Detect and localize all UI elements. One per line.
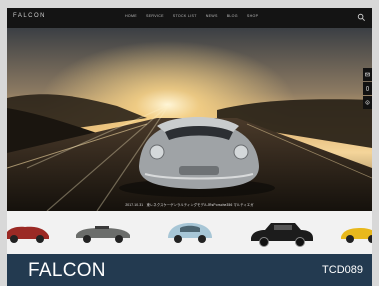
side-tab-group [363,68,372,109]
top-navigation-bar: FALCON HOME SERVICE STOCK LIST NEWS BLOG… [7,8,372,28]
phone-icon [366,86,369,91]
side-tab-phone[interactable] [363,82,372,95]
stock-thumbnail-strip [7,211,372,254]
footer-code: TCD089 [322,264,363,276]
hero-photo-porsche-sunset [7,28,372,211]
side-tab-mail[interactable] [363,68,372,81]
menu-item-stock-list[interactable]: STOCK LIST [173,14,197,18]
menu-item-home[interactable]: HOME [125,14,137,18]
menu-item-news[interactable]: NEWS [206,14,218,18]
thumbnail-yellow-sports-car[interactable] [339,220,372,246]
menu-item-shop[interactable]: SHOP [247,14,258,18]
menu-item-blog[interactable]: BLOG [227,14,238,18]
info-icon [365,100,370,105]
search-icon[interactable] [357,13,366,22]
side-tab-info[interactable] [363,96,372,109]
menu-item-service[interactable]: SERVICE [146,14,164,18]
hero-caption: 2017.10.31 東レネクスケーゲンラルティングモデルJRsPorsche3… [125,203,254,207]
footer-banner: FALCON TCD089 [7,254,372,286]
thumbnail-light-blue-beetle[interactable] [164,220,216,246]
hero-image: 2017.10.31 東レネクスケーゲンラルティングモデルJRsPorsche3… [7,28,372,211]
thumbnail-red-classic-car[interactable] [7,220,51,246]
thumbnail-gray-vintage-roadster[interactable] [73,220,133,246]
footer-title: FALCON [28,260,106,281]
browser-frame: FALCON HOME SERVICE STOCK LIST NEWS BLOG… [7,8,372,286]
main-menu: HOME SERVICE STOCK LIST NEWS BLOG SHOP [125,14,258,18]
thumbnail-black-classic-sedan[interactable] [249,220,315,248]
mail-icon [365,72,370,77]
brand-logo[interactable]: FALCON [13,13,46,19]
